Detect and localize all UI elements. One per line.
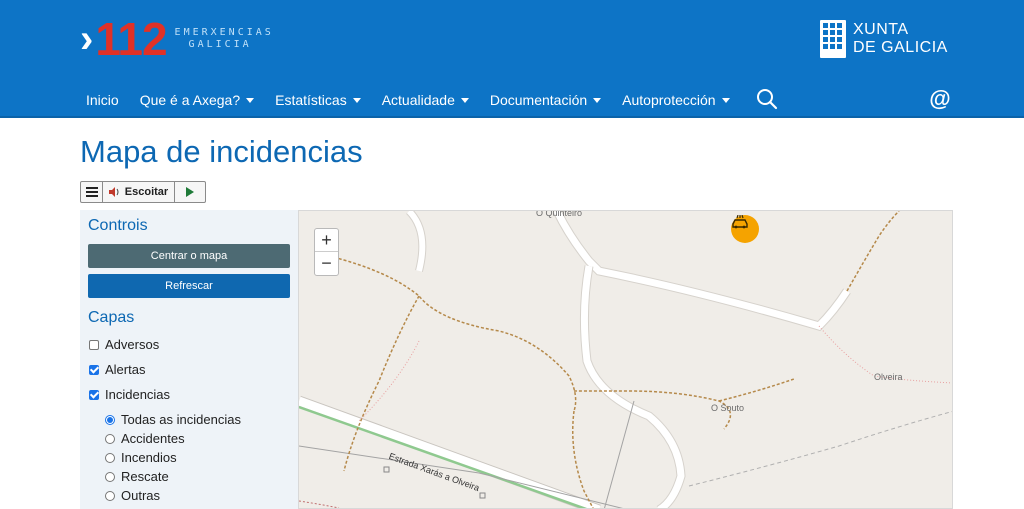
logo-line-1: EMERXENCIAS — [174, 27, 274, 38]
place-label: O Souto — [711, 403, 745, 413]
readspeaker-player: Escoitar — [80, 181, 206, 203]
place-label: Olveira — [874, 372, 903, 382]
layer-checkbox[interactable] — [89, 389, 99, 400]
layer-checkbox[interactable] — [89, 339, 99, 350]
xunta-text: XUNTA DE GALICIA — [853, 21, 948, 57]
nav-label: Actualidade — [381, 92, 455, 108]
zoom-in-button[interactable]: + — [315, 229, 338, 252]
layer-alertas[interactable]: Alertas — [89, 362, 145, 377]
menu-icon[interactable] — [81, 182, 103, 202]
incident-type-label: Incendios — [121, 450, 177, 465]
caret-down-icon — [460, 97, 469, 103]
nav-label: Que é a Axega? — [139, 92, 241, 108]
caret-down-icon — [352, 97, 361, 103]
incident-type-radio[interactable] — [105, 414, 115, 425]
incident-type-label: Accidentes — [121, 431, 185, 446]
incident-type-radio[interactable] — [105, 471, 115, 482]
layer-label: Adversos — [105, 337, 160, 352]
incident-type-all[interactable]: Todas as incidencias — [105, 412, 241, 427]
search-icon[interactable] — [756, 88, 778, 110]
refresh-button[interactable]: Refrescar — [88, 274, 290, 298]
logo-chevron-icon: › — [80, 17, 94, 61]
listen-button[interactable]: Escoitar — [103, 182, 175, 202]
layers-heading: Capas — [88, 309, 135, 326]
caret-down-icon — [721, 97, 730, 103]
zoom-control: + − — [314, 228, 339, 276]
layer-checkbox[interactable] — [89, 364, 99, 375]
xunta-shield-icon — [820, 20, 846, 58]
nav-label: Autoprotección — [622, 92, 716, 108]
car-accident-icon — [732, 215, 748, 229]
incidents-map[interactable]: O Quinteiro Olveira O Souto Estrada Xará… — [298, 210, 953, 509]
incident-type-radio[interactable] — [105, 452, 115, 463]
page-title: Mapa de incidencias — [80, 134, 363, 169]
nav-item-estatisticas[interactable]: Estatísticas — [275, 92, 361, 108]
layer-adversos[interactable]: Adversos — [89, 337, 159, 352]
incident-type-outras[interactable]: Outras — [105, 488, 160, 503]
logo-line-2: GALICIA — [188, 39, 252, 50]
incident-type-accidentes[interactable]: Accidentes — [105, 431, 185, 446]
xunta-line-1: XUNTA — [853, 21, 909, 38]
layer-label: Incidencias — [105, 387, 171, 402]
incident-type-radio[interactable] — [105, 433, 115, 444]
incident-type-label: Outras — [121, 488, 161, 503]
nav-item-documentacion[interactable]: Documentación — [489, 92, 602, 108]
center-map-button[interactable]: Centrar o mapa — [88, 244, 290, 268]
incident-marker-icon[interactable] — [731, 215, 759, 243]
nav-item-actualidade[interactable]: Actualidade — [382, 92, 469, 108]
map-base-layer — [299, 211, 952, 508]
nav-label: Estatísticas — [275, 92, 347, 108]
listen-label: Escoitar — [124, 186, 169, 198]
layer-incidencias[interactable]: Incidencias — [89, 387, 170, 402]
nav-item-que-e-a-axega[interactable]: Que é a Axega? — [139, 92, 255, 108]
nav-item-autoproteccion[interactable]: Autoprotección — [622, 92, 730, 108]
nav-label: Documentación — [489, 92, 588, 108]
incident-type-radio[interactable] — [105, 490, 115, 501]
emergencias-112-logo[interactable]: › 112 EMERXENCIAS GALICIA — [80, 13, 274, 65]
xunta-line-2: DE GALICIA — [853, 39, 948, 56]
logo-subtitle: EMERXENCIAS GALICIA — [175, 27, 274, 51]
map-controls-panel: Controis Centrar o mapa Refrescar Capas … — [80, 210, 298, 509]
nav-item-inicio[interactable]: Inicio — [86, 92, 119, 108]
layer-label: Alertas — [105, 362, 146, 377]
controls-heading: Controis — [88, 217, 148, 234]
incident-type-label: Todas as incidencias — [121, 412, 241, 427]
caret-down-icon — [246, 97, 255, 103]
play-icon[interactable] — [175, 182, 205, 202]
incident-type-label: Rescate — [121, 469, 169, 484]
at-icon[interactable]: @ — [929, 88, 951, 110]
main-nav: Inicio Que é a Axega? Estatísticas Actua… — [86, 88, 751, 112]
incident-type-rescate[interactable]: Rescate — [105, 469, 169, 484]
incident-type-incendios[interactable]: Incendios — [105, 450, 177, 465]
nav-label: Inicio — [86, 92, 119, 108]
zoom-out-button[interactable]: − — [315, 252, 338, 275]
place-label: O Quinteiro — [536, 210, 583, 218]
logo-number: 112 — [95, 13, 167, 65]
caret-down-icon — [593, 97, 602, 103]
speaker-icon — [108, 187, 119, 197]
site-header: › 112 EMERXENCIAS GALICIA XUNTA DE GALIC… — [0, 0, 1024, 118]
xunta-logo[interactable]: XUNTA DE GALICIA — [820, 20, 948, 58]
